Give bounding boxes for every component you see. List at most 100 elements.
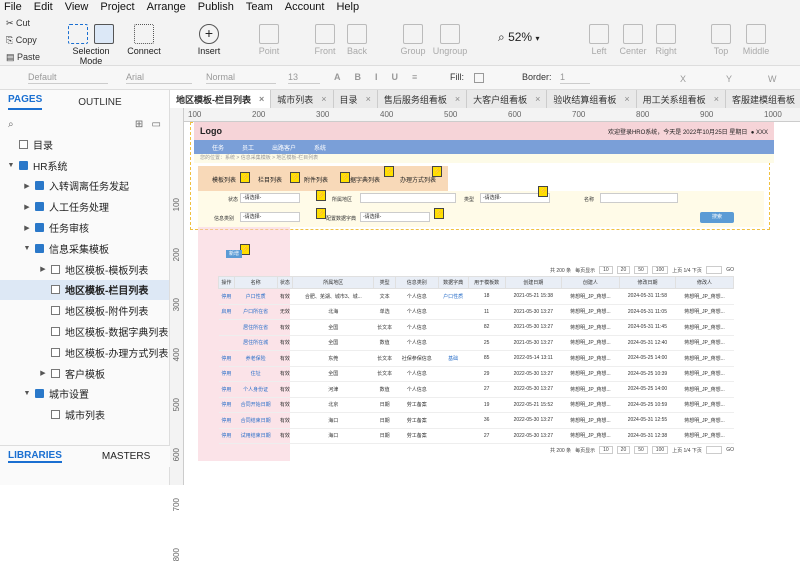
table-cell[interactable]: 户口所在省 [234, 304, 277, 320]
page-size-option[interactable]: 100 [651, 446, 669, 454]
menu-item-help[interactable]: Help [336, 1, 359, 13]
text-style-icons[interactable]: ABIU≡ [334, 72, 431, 82]
tree-item[interactable]: ▶ 人工任务处理 [0, 196, 169, 217]
paste-button[interactable]: ▤ Paste [6, 52, 40, 63]
region-input[interactable] [360, 193, 456, 203]
tree-item[interactable]: ▶ 客户模板 [0, 363, 169, 384]
tab-outline[interactable]: OUTLINE [78, 97, 121, 108]
tree-item[interactable]: ▼ HR系统 [0, 155, 169, 176]
ungroup-button[interactable]: Ungroup [432, 24, 468, 56]
tree-item[interactable]: 城市列表 [0, 404, 169, 425]
table-cell[interactable]: 停用 [218, 397, 235, 413]
page-size-option[interactable]: 20 [616, 446, 631, 454]
page-size-option[interactable]: 50 [634, 446, 648, 454]
zoom-select[interactable]: ⌕ 52% ▾ [498, 30, 539, 45]
menu-item-account[interactable]: Account [285, 1, 325, 13]
add-button[interactable]: 新增 [226, 250, 242, 258]
close-icon[interactable]: × [624, 94, 629, 104]
align-top-button[interactable]: Top [708, 24, 734, 56]
doc-tab[interactable]: 验收结算组看板 × [547, 90, 637, 108]
table-cell[interactable]: 启用 [218, 304, 235, 320]
tree-item[interactable]: ▼ 信息采集模板 [0, 238, 169, 259]
tab-masters[interactable]: MASTERS [102, 451, 150, 462]
doc-tab[interactable]: 用工关系组看板 × [637, 90, 726, 108]
goto-button[interactable]: GO [726, 447, 734, 453]
point-button[interactable]: Point [254, 24, 284, 56]
dict-select[interactable]: -请选择- [360, 212, 430, 222]
tab-libraries[interactable]: LIBRARIES [8, 450, 62, 463]
align-center-button[interactable]: Center [618, 24, 648, 56]
align-right-button[interactable]: Right [652, 24, 680, 56]
status-select[interactable]: -请选择- [240, 193, 300, 203]
proto-nav-item[interactable]: 任务 [212, 143, 224, 152]
doc-tab[interactable]: 地区模板-栏目列表 × [170, 90, 272, 108]
font-select[interactable]: Arial [126, 72, 192, 84]
close-icon[interactable]: × [366, 94, 371, 104]
search-button[interactable]: 搜索 [700, 212, 734, 223]
close-icon[interactable]: × [259, 94, 264, 104]
goto-input[interactable] [705, 266, 723, 274]
add-folder-icon[interactable]: ▭ [152, 119, 161, 130]
tab-pages[interactable]: PAGES [8, 94, 43, 110]
tree-item[interactable]: 目录 [0, 134, 169, 155]
tree-item[interactable]: ▶ 地区模板-模板列表 [0, 259, 169, 280]
align-middle-button[interactable]: Middle [740, 24, 772, 56]
proto-subtab[interactable]: 栏目列表 [258, 175, 282, 184]
font-size-input[interactable]: 13 [288, 72, 320, 84]
table-cell[interactable]: 个人身份证 [234, 381, 277, 398]
doc-tab[interactable]: 客服建模组看板× [726, 90, 800, 108]
tree-item[interactable]: 地区模板-附件列表 [0, 300, 169, 321]
close-icon[interactable]: × [321, 94, 326, 104]
align-left-button[interactable]: Left [586, 24, 612, 56]
proto-subtab[interactable]: 附件列表 [304, 175, 328, 184]
menu-item-edit[interactable]: Edit [34, 1, 53, 13]
table-cell[interactable] [218, 319, 235, 336]
search-icon[interactable]: ⌕ [8, 119, 14, 130]
goto-button[interactable]: GO [726, 267, 734, 273]
send-back-button[interactable]: Back [342, 24, 372, 56]
doc-tab[interactable]: 城市列表 × [271, 90, 334, 108]
menu-item-arrange[interactable]: Arrange [147, 1, 186, 13]
table-cell[interactable]: 试用结束日期 [234, 428, 277, 444]
style-select[interactable]: Default [28, 72, 108, 84]
proto-nav-item[interactable]: 员工 [242, 143, 254, 152]
proto-nav-item[interactable]: 系统 [314, 143, 326, 152]
proto-subtab[interactable]: 模板列表 [212, 175, 236, 184]
table-cell[interactable]: 停用 [218, 428, 235, 444]
menu-item-team[interactable]: Team [246, 1, 273, 13]
doc-tab[interactable]: 售后服务组看板 × [378, 90, 468, 108]
group-button[interactable]: Group [398, 24, 428, 56]
tree-item[interactable]: 地区模板-数据字典列表 [0, 321, 169, 342]
page-size-option[interactable]: 20 [616, 266, 631, 274]
table-cell[interactable]: 居住所在城 [234, 335, 277, 351]
font-weight-select[interactable]: Normal [206, 72, 276, 84]
table-cell[interactable]: 住址 [234, 366, 277, 382]
copy-button[interactable]: ⎘ Copy [6, 35, 37, 46]
menu-item-publish[interactable]: Publish [198, 1, 234, 13]
page-size-option[interactable]: 10 [599, 266, 613, 274]
table-cell[interactable]: 停用 [218, 412, 235, 429]
insert-button[interactable]: + Insert [192, 24, 226, 56]
table-cell[interactable]: 停用 [218, 350, 235, 367]
tree-item[interactable]: ▶ 入转调离任务发起 [0, 176, 169, 197]
close-icon[interactable]: × [714, 94, 719, 104]
goto-input[interactable] [705, 446, 723, 454]
name-input[interactable] [600, 193, 678, 203]
menu-item-file[interactable]: File [4, 1, 22, 13]
border-width-input[interactable]: 1 [560, 72, 590, 84]
close-icon[interactable]: × [535, 94, 540, 104]
proto-nav-item[interactable]: 出路客户 [272, 143, 296, 152]
table-cell[interactable] [218, 335, 235, 351]
table-cell[interactable]: 停用 [218, 381, 235, 398]
selection-mode-button[interactable]: Selection Mode [62, 24, 120, 66]
table-cell[interactable]: 合同开始日期 [234, 397, 277, 413]
fill-color-swatch[interactable] [474, 73, 484, 83]
page-size-option[interactable]: 50 [634, 266, 648, 274]
table-cell[interactable]: 合同结束日期 [234, 412, 277, 429]
connect-button[interactable]: Connect [124, 24, 164, 56]
table-cell[interactable]: 停用 [218, 366, 235, 382]
table-cell[interactable]: 居住所在省 [234, 319, 277, 336]
doc-tab[interactable]: 大客户组看板 × [467, 90, 548, 108]
proto-subtab[interactable]: 办理方式列表 [400, 175, 436, 184]
table-cell[interactable]: 停用 [218, 288, 235, 305]
